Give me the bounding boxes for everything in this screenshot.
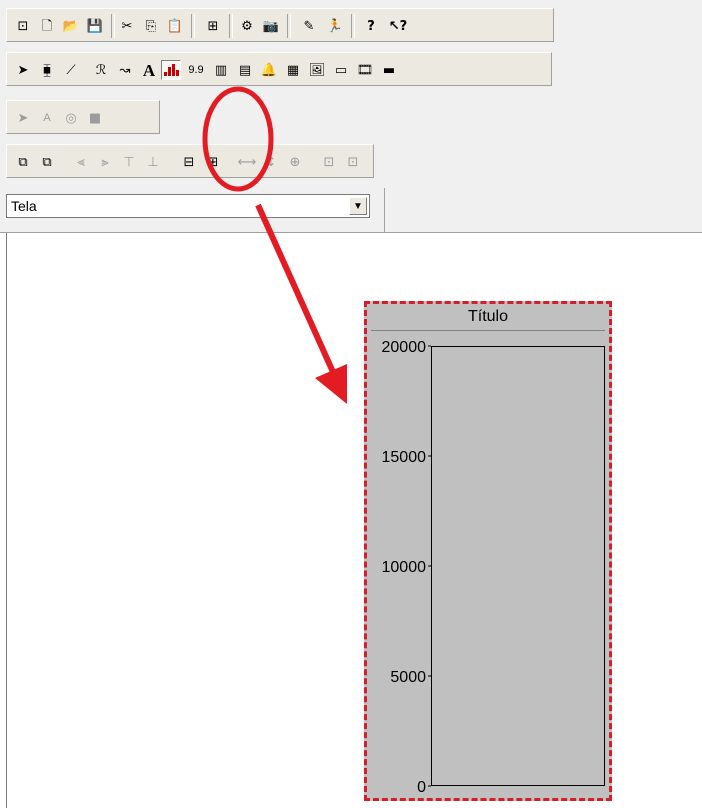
- polygon-icon[interactable]: ℛ: [91, 60, 111, 80]
- ungroup-icon[interactable]: ⊡: [343, 152, 363, 172]
- canvas-border: [6, 233, 7, 808]
- display-value-icon[interactable]: 9.9: [183, 60, 209, 80]
- component-icon[interactable]: ⧯: [37, 60, 57, 80]
- toolbar-area: ⊡ 🗋 📂 💾 ✂ ⎘ 📋 ⊞ ⚙ 📷 ✎ 🏃 ? ↖? ➤ ⧯ ⟋ ℛ ↝ A…: [0, 0, 702, 233]
- calendar-icon[interactable]: ▦: [283, 60, 303, 80]
- paste-icon[interactable]: 📋: [165, 16, 185, 36]
- align-bottom-icon[interactable]: ⊥: [143, 152, 163, 172]
- toolbar-separator: [111, 14, 115, 38]
- toolbar-alignment: ⧉ ⧉ ⫷ ⫸ ⊤ ⊥ ⊟ ⊞ ⟷ ↕ ⊕ ⊡ ⊡: [6, 144, 374, 178]
- pointer-disabled-icon[interactable]: ➤: [13, 108, 33, 128]
- align-top-icon[interactable]: ⊤: [119, 152, 139, 172]
- edit-screen-icon[interactable]: ✎: [299, 16, 319, 36]
- properties-icon[interactable]: ⚙: [237, 16, 257, 36]
- alarm-icon[interactable]: 🔔: [259, 60, 279, 80]
- slider-icon[interactable]: ▥: [211, 60, 231, 80]
- toolbar-separator: [351, 14, 355, 38]
- toolbar-standard: ⊡ 🗋 📂 💾 ✂ ⎘ 📋 ⊞ ⚙ 📷 ✎ 🏃 ? ↖?: [6, 8, 554, 42]
- camera-icon[interactable]: 📷: [261, 16, 281, 36]
- open-folder-icon[interactable]: 📂: [61, 16, 81, 36]
- toolbar-objects: ➤ ⧯ ⟋ ℛ ↝ A 9.9 ▥ ▤ 🔔 ▦ 🖼 ▭ 🎞 ▬: [6, 52, 552, 86]
- trend-chart-icon[interactable]: [161, 60, 181, 80]
- group-icon[interactable]: ⊡: [319, 152, 339, 172]
- center-horizontal-icon[interactable]: ⊞: [203, 152, 223, 172]
- new-project-icon[interactable]: ⊡: [13, 16, 33, 36]
- align-left-icon[interactable]: ⫷: [71, 152, 91, 172]
- chart-axis: 0 5000 10000 15000 20000: [382, 339, 431, 796]
- new-document-icon[interactable]: 🗋: [37, 16, 57, 36]
- send-to-back-icon[interactable]: ⧉: [37, 152, 57, 172]
- bring-to-front-icon[interactable]: ⧉: [13, 152, 33, 172]
- y-tick-label: 20000: [382, 339, 427, 356]
- same-width-icon[interactable]: ⟷: [237, 152, 257, 172]
- selection-arrow-icon[interactable]: ➤: [13, 60, 33, 80]
- run-icon[interactable]: 🏃: [325, 16, 345, 36]
- picture-icon[interactable]: 🖼: [307, 60, 327, 80]
- align-right-icon[interactable]: ⫸: [95, 152, 115, 172]
- cut-icon[interactable]: ✂: [117, 16, 137, 36]
- font-disabled-icon[interactable]: A: [37, 108, 57, 128]
- center-vertical-icon[interactable]: ⊟: [179, 152, 199, 172]
- toolbar-separator: [229, 14, 233, 38]
- trend-chart-glyph: [163, 64, 179, 76]
- line-icon[interactable]: ⟋: [61, 60, 81, 80]
- y-tick-label: 10000: [382, 559, 427, 576]
- screen-selector[interactable]: Tela ▼: [6, 194, 370, 218]
- y-tick-label: 15000: [382, 449, 427, 466]
- panel-divider: [384, 188, 385, 232]
- tree-view-icon[interactable]: ⊞: [203, 16, 223, 36]
- toolbar-separator: [191, 14, 195, 38]
- same-size-icon[interactable]: ⊕: [285, 152, 305, 172]
- bar-graph-icon[interactable]: ▤: [235, 60, 255, 80]
- y-tick-label: 5000: [390, 669, 426, 686]
- context-help-icon[interactable]: ↖?: [385, 16, 411, 36]
- chevron-down-icon[interactable]: ▼: [349, 197, 367, 215]
- same-height-icon[interactable]: ↕: [261, 152, 281, 172]
- film-icon[interactable]: 🎞: [355, 60, 375, 80]
- save-icon[interactable]: 💾: [85, 16, 105, 36]
- toolbar-separator: [287, 14, 291, 38]
- curve-icon[interactable]: ↝: [115, 60, 135, 80]
- text-icon[interactable]: A: [139, 60, 159, 80]
- screen-selector-value: Tela: [11, 198, 37, 214]
- toolbar-format: ➤ A ◎ ■: [6, 100, 160, 134]
- copy-icon[interactable]: ⎘: [141, 16, 161, 36]
- button-control-icon[interactable]: ▭: [331, 60, 351, 80]
- y-tick-label: 0: [417, 779, 426, 796]
- color-wheel-disabled-icon[interactable]: ◎: [61, 108, 81, 128]
- fill-disabled-icon[interactable]: ■: [85, 108, 105, 128]
- device-icon[interactable]: ▬: [379, 60, 399, 80]
- help-icon[interactable]: ?: [361, 16, 381, 36]
- trend-chart-object[interactable]: Título 0 5000 10000 15000 20000: [364, 301, 612, 801]
